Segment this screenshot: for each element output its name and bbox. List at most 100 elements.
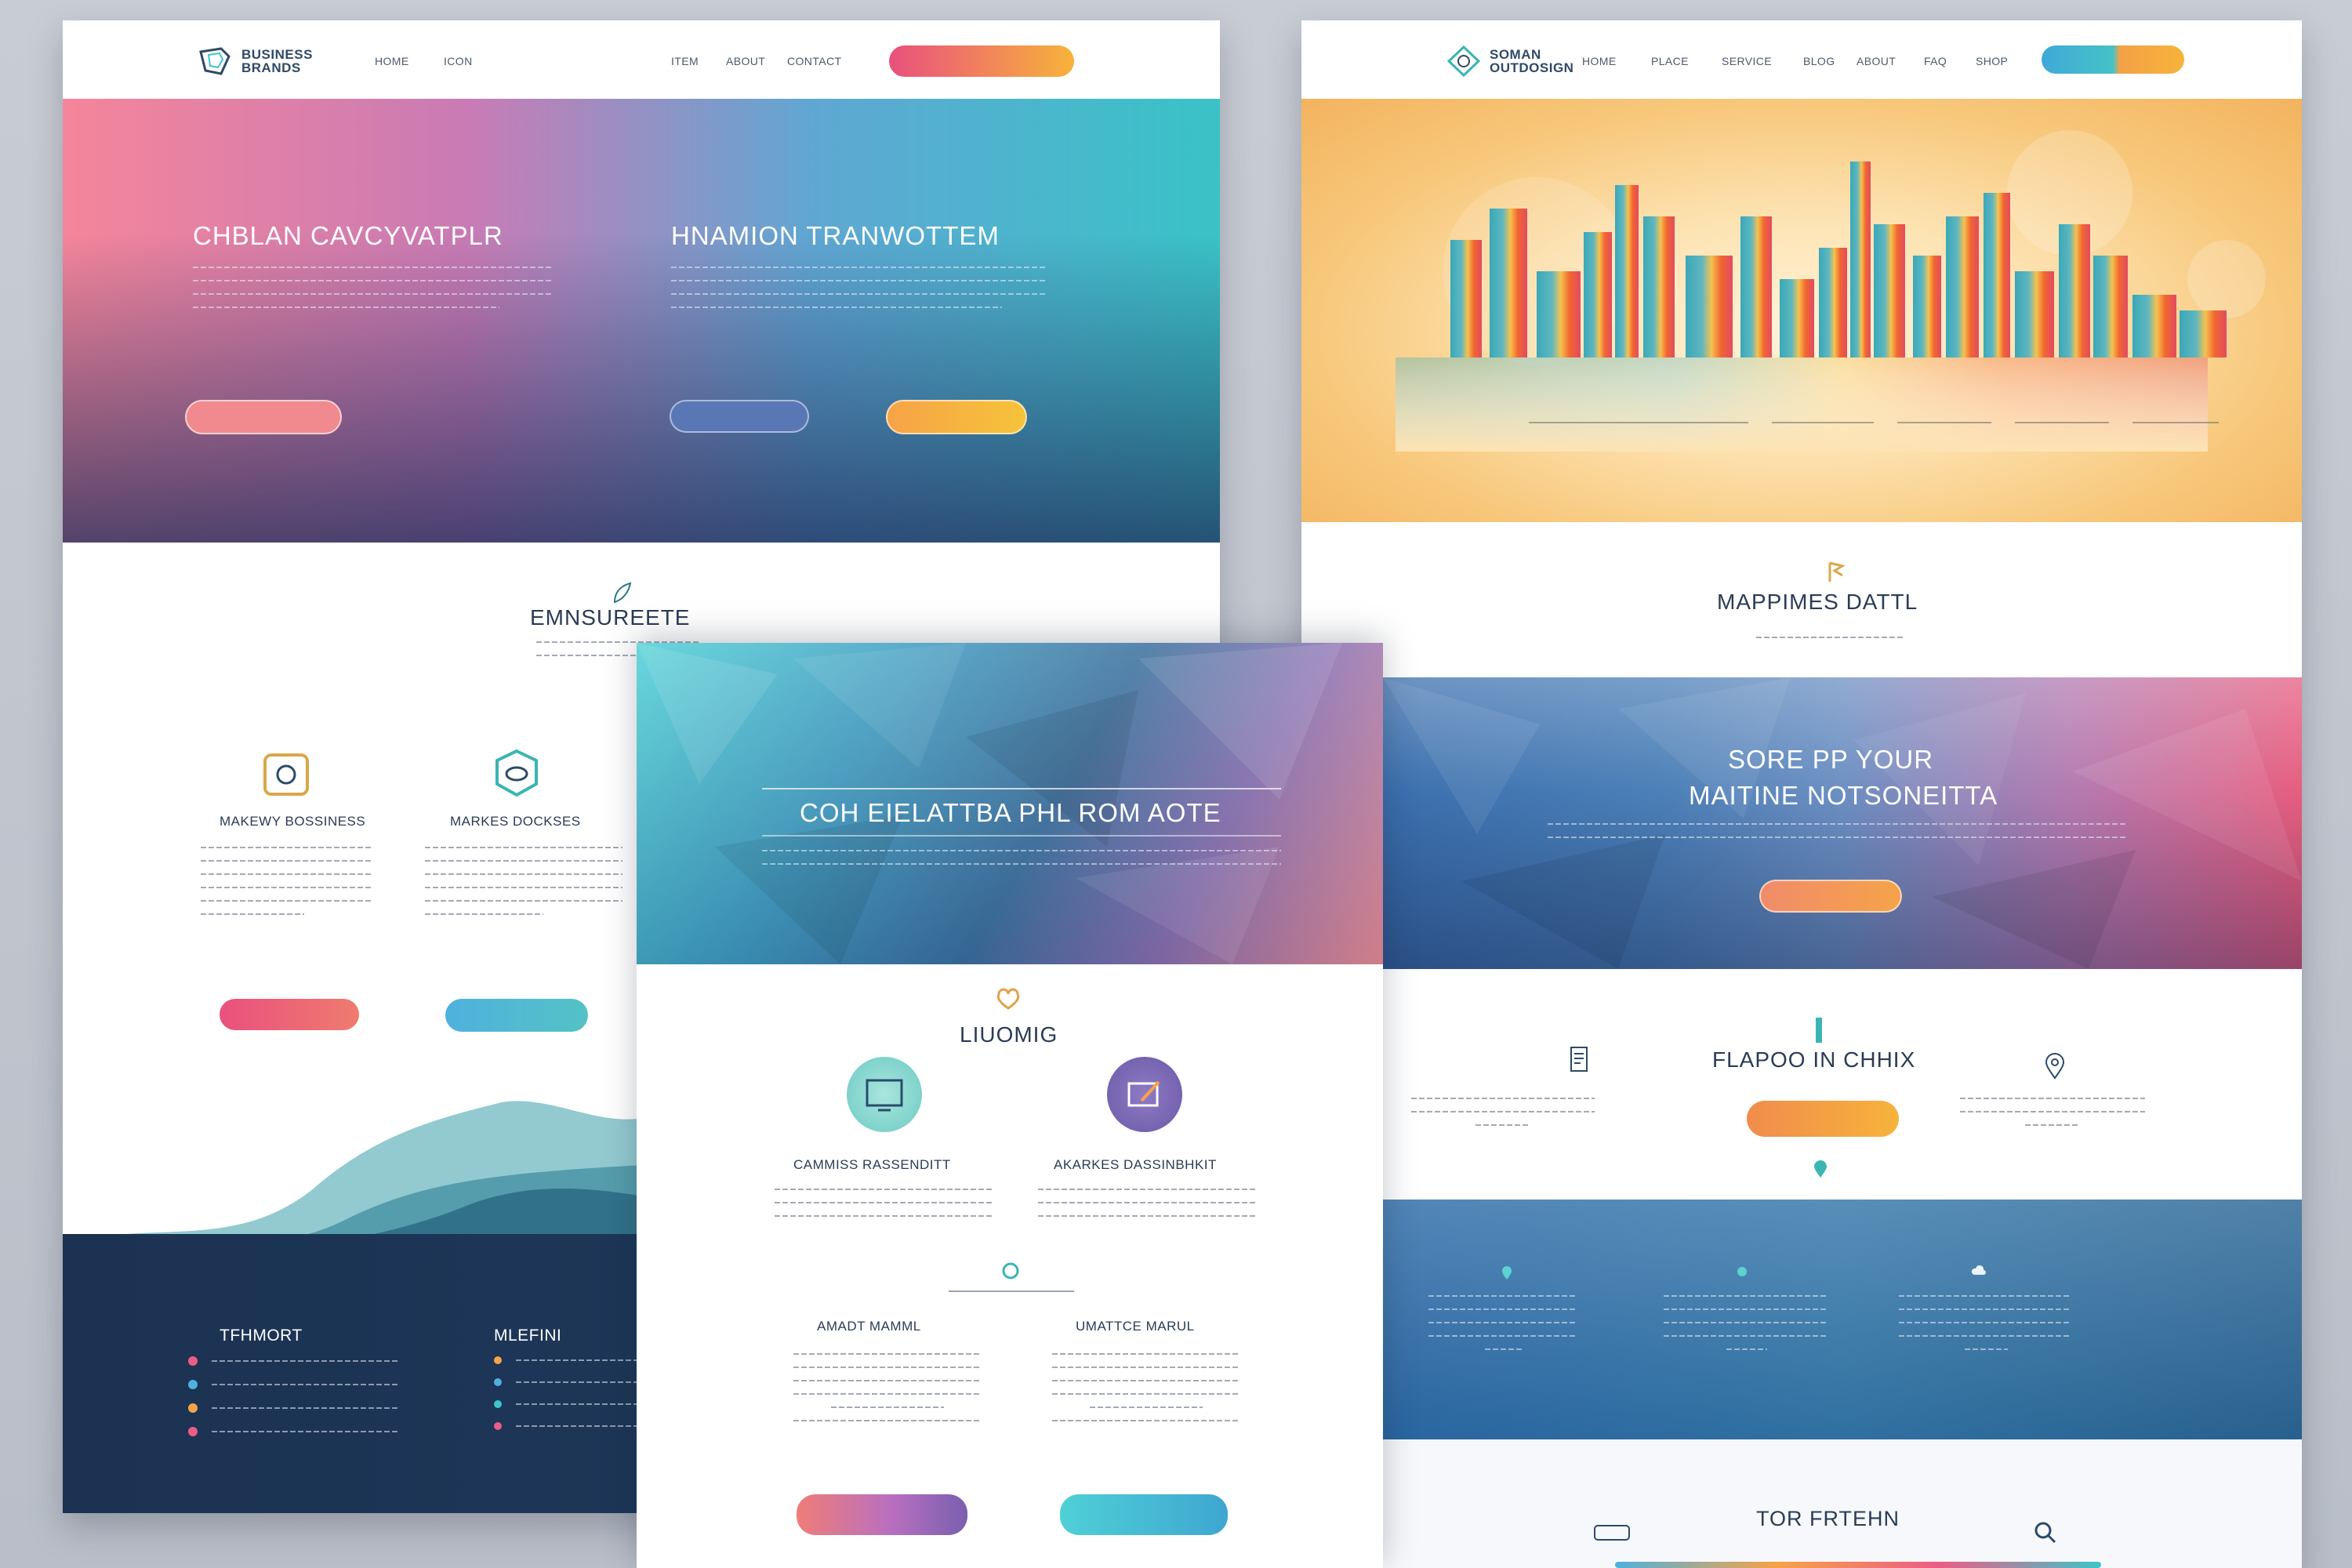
right-nav-service[interactable]: SERVICE <box>1722 55 1772 67</box>
chat-bubble-icon <box>489 746 544 801</box>
right-features: FLAPOO IN CHHIX <box>1301 969 2302 1228</box>
left-hero-button-1[interactable] <box>185 400 342 434</box>
left-navbar: BUSINESS BRANDS HOME ICON ITEM ABOUT CON… <box>63 20 1220 99</box>
center-hero-title: COH EIELATTBA PHL ROM AOTE <box>800 798 1221 827</box>
left-nav-home[interactable]: HOME <box>375 55 409 67</box>
right-bottom-button-strip <box>1615 1562 2101 1568</box>
bullet-icon <box>188 1356 198 1366</box>
shield-logo-icon <box>198 45 234 77</box>
city-skyline-illustration <box>1396 130 2266 452</box>
left-footer-col1-title: TFHMORT <box>220 1327 303 1345</box>
center-page-mockup: COH EIELATTBA PHL ROM AOTE LIUOMIG CAMMI… <box>637 643 1383 1568</box>
right-band-col1-text <box>1428 1295 1577 1362</box>
pin-icon-1 <box>1501 1265 1513 1281</box>
right-promo-banner: SORE PP YOUR MAITINE NOTSONEITTA <box>1383 677 2302 969</box>
bullet-icon <box>188 1427 198 1436</box>
right-feature-cta-button[interactable] <box>1747 1101 1899 1137</box>
left-nav-about[interactable]: ABOUT <box>726 55 765 67</box>
center-col1-text <box>775 1189 994 1229</box>
right-banner-title-line1: SORE PP YOUR <box>1728 745 1934 774</box>
center-hero: COH EIELATTBA PHL ROM AOTE <box>637 643 1383 964</box>
center-divider <box>949 1290 1074 1292</box>
left-hero-title-left: CHBLAN CAVCYVATPLR <box>193 221 503 250</box>
right-logo-line1: SOMAN <box>1490 47 1541 62</box>
left-nav-contact[interactable]: CONTACT <box>787 55 841 67</box>
center-col4-text <box>1052 1353 1240 1433</box>
center-hero-paragraph <box>762 850 1281 877</box>
right-nav-shop[interactable]: SHOP <box>1976 55 2008 67</box>
pin-icon-2 <box>1736 1265 1748 1281</box>
right-band-col3-text <box>1899 1295 2071 1362</box>
map-marker-icon <box>1811 1160 1830 1179</box>
left-feature-1-title: MAKEWY BOSSINESS <box>220 814 366 829</box>
location-pin-icon <box>2043 1052 2067 1080</box>
right-nav-faq[interactable]: FAQ <box>1924 55 1947 67</box>
center-col2-title: AKARKES DASSINBHKIT <box>1054 1157 1217 1172</box>
right-nav-cta-button[interactable] <box>2042 45 2184 74</box>
left-logo-line1: BUSINESS <box>241 47 313 62</box>
right-nav-place[interactable]: PLACE <box>1651 55 1689 67</box>
right-nav-home[interactable]: HOME <box>1582 55 1617 67</box>
right-banner-cta-button[interactable] <box>1759 880 1902 913</box>
left-logo-line2: BRANDS <box>241 60 301 75</box>
right-feature-right-text <box>1960 1098 2145 1138</box>
right-band-col2-text <box>1664 1295 1828 1362</box>
left-feature-2-text <box>425 847 622 927</box>
center-button-1[interactable] <box>797 1494 967 1535</box>
right-nav-about[interactable]: ABOUT <box>1857 55 1896 67</box>
left-feature-2-button[interactable] <box>445 999 588 1032</box>
right-banner-title-line2: MAITINE NOTSONEITTA <box>1689 781 1998 810</box>
cloud-icon <box>1971 1265 1987 1278</box>
bullet-icon <box>494 1400 502 1408</box>
right-feature-left-text <box>1411 1098 1595 1138</box>
center-section-title: LIUOMIG <box>960 1022 1058 1047</box>
center-col2-text <box>1038 1189 1258 1229</box>
search-icon[interactable] <box>2034 1521 2057 1544</box>
left-hero-paragraph-right <box>671 267 1047 320</box>
flag-icon <box>1825 560 1847 585</box>
left-logo[interactable]: BUSINESS BRANDS <box>198 45 313 77</box>
left-section-title: EMNSUREETE <box>530 605 691 630</box>
left-footer-col1-list <box>188 1356 400 1436</box>
card-icon <box>1592 1523 1632 1543</box>
bullet-icon <box>494 1422 502 1430</box>
left-nav-item[interactable]: ITEM <box>671 55 699 67</box>
left-feature-1-button[interactable] <box>220 999 359 1030</box>
left-footer-col2-title: MLEFINI <box>494 1327 562 1345</box>
right-banner-paragraph <box>1548 823 2126 850</box>
center-button-2[interactable] <box>1060 1494 1228 1535</box>
right-bottom-section: TOR FRTEHN <box>1301 1439 2302 1568</box>
right-nav-blog[interactable]: BLOG <box>1803 55 1835 67</box>
right-bottom-title: TOR FRTEHN <box>1756 1507 1900 1530</box>
bullet-icon <box>188 1403 198 1413</box>
right-feature-title: FLAPOO IN CHHIX <box>1712 1047 1916 1072</box>
center-col4-title: UMATTCE MARUL <box>1076 1319 1195 1334</box>
right-navbar: SOMAN OUTDOSIGN HOME PLACE SERVICE BLOG … <box>1301 20 2302 99</box>
right-section-subtitle <box>1756 637 1904 650</box>
left-nav-icon[interactable]: ICON <box>444 55 473 67</box>
right-section-title: MAPPIMES DATTL <box>1717 590 1918 614</box>
heart-icon <box>994 988 1022 1011</box>
center-col1-title: CAMMISS RASSENDITT <box>793 1157 951 1172</box>
left-hero-title-right: HNAMION TRANWOTTEM <box>671 221 1000 250</box>
right-logo[interactable]: SOMAN OUTDOSIGN <box>1446 44 1573 78</box>
badge-icon <box>1000 1261 1021 1281</box>
leaf-icon <box>612 580 633 605</box>
diamond-logo-icon <box>1446 44 1482 78</box>
left-hero: CHBLAN CAVCYVATPLR HNAMION TRANWOTTEM <box>63 99 1220 543</box>
pen-edit-icon <box>1107 1057 1182 1132</box>
right-hero-skyline <box>1301 99 2302 522</box>
monitor-icon <box>847 1057 922 1132</box>
gear-icon <box>260 751 312 798</box>
center-col3-text <box>793 1353 982 1433</box>
left-feature-1-text <box>201 847 373 927</box>
right-blue-band <box>1381 1200 2302 1439</box>
document-icon <box>1568 1044 1592 1076</box>
bullet-icon <box>494 1378 502 1386</box>
bullet-icon <box>494 1356 502 1364</box>
left-nav-cta-button[interactable] <box>889 45 1074 77</box>
left-hero-button-2[interactable] <box>670 400 809 433</box>
tower-icon <box>1811 1016 1827 1044</box>
left-hero-button-3[interactable] <box>886 400 1027 434</box>
left-feature-2-title: MARKES DOCKSES <box>450 814 581 829</box>
